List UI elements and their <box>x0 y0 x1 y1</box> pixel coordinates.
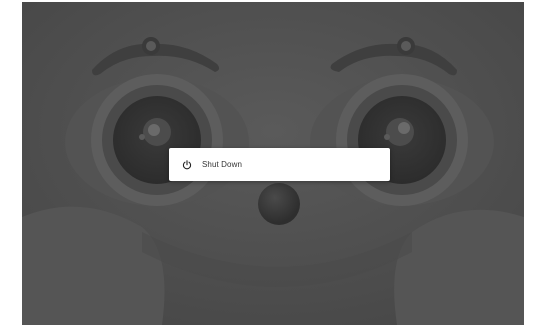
desktop-screen: Shut Down <box>22 2 524 325</box>
power-menu: Shut Down <box>169 148 390 181</box>
power-icon <box>181 159 192 170</box>
shut-down-menu-item[interactable]: Shut Down <box>169 148 390 181</box>
shut-down-label: Shut Down <box>202 160 243 169</box>
